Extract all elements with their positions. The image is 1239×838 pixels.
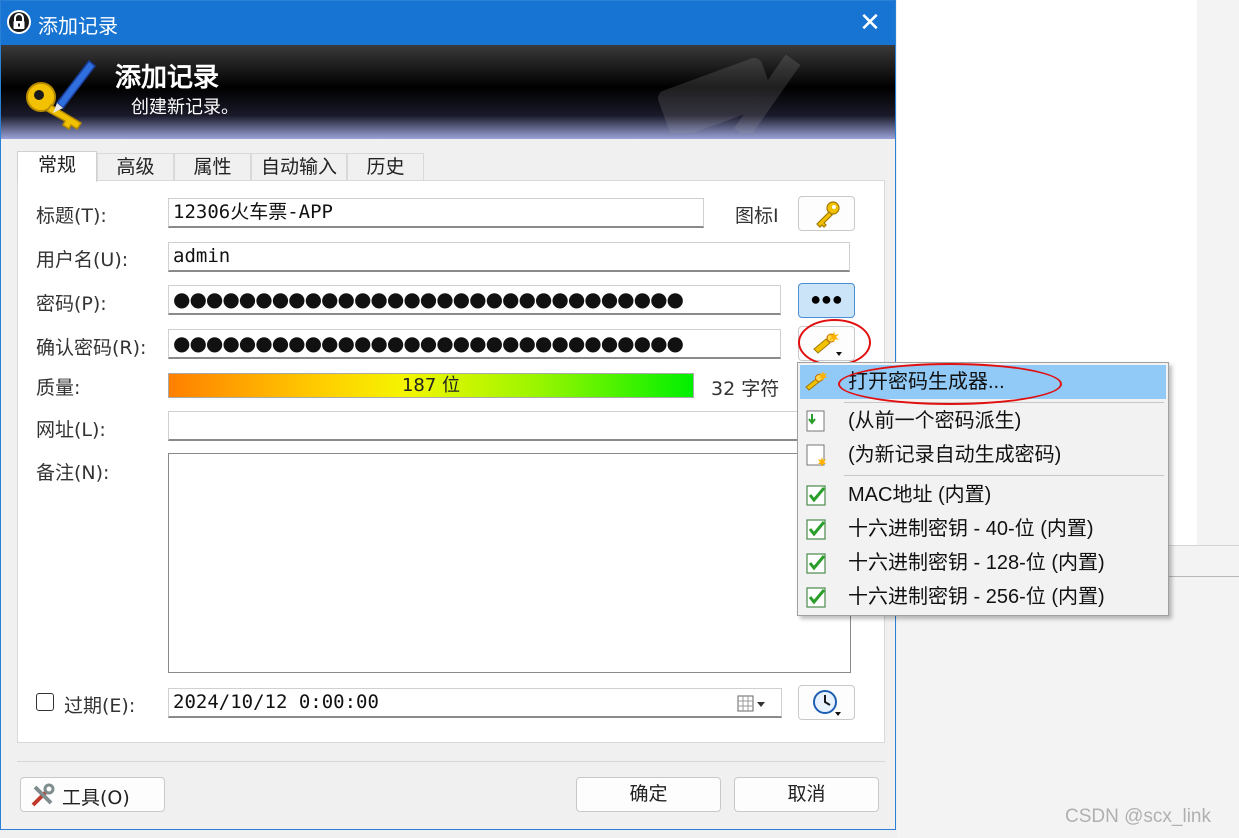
password-generator-button[interactable]	[798, 326, 855, 361]
expires-label: 过期(E):	[64, 695, 136, 717]
tools-button[interactable]: 工具(O)	[20, 777, 165, 812]
close-icon[interactable]: ✕	[853, 5, 887, 39]
banner-watermark-icon	[658, 54, 801, 133]
ok-button[interactable]: 确定	[576, 777, 721, 812]
menu-item-hex-128[interactable]: 十六进制密钥 - 128-位 (内置)	[800, 546, 1166, 580]
window-title: 添加记录	[38, 16, 118, 38]
title-input[interactable]: 12306火车票-APP	[168, 198, 704, 228]
menu-item-label: MAC地址 (内置)	[848, 484, 992, 506]
quality-label: 质量:	[36, 377, 81, 399]
footer-separator	[17, 761, 885, 762]
key-generator-icon	[812, 331, 842, 356]
key-pen-icon	[26, 59, 97, 131]
checklist-icon	[806, 485, 826, 506]
menu-item-hex-256[interactable]: 十六进制密钥 - 256-位 (内置)	[800, 580, 1166, 614]
menu-item-open-generator[interactable]: 打开密码生成器...	[800, 365, 1166, 399]
tools-icon	[31, 783, 55, 807]
derive-icon	[806, 410, 825, 432]
checklist-icon	[806, 587, 826, 608]
icon-picker-button[interactable]	[798, 196, 855, 231]
tab-advanced[interactable]: 高级	[97, 153, 174, 181]
quality-chars: 32 字符	[711, 378, 780, 400]
checklist-icon	[806, 519, 826, 540]
menu-item-label: 十六进制密钥 - 256-位 (内置)	[848, 586, 1105, 608]
checklist-icon	[806, 553, 826, 574]
key-icon	[815, 201, 840, 228]
url-label: 网址(L):	[36, 419, 106, 441]
keepass-lock-icon	[7, 10, 31, 34]
expires-date-input[interactable]: 2024/10/12 0:00:00	[168, 688, 782, 718]
expires-checkbox[interactable]	[36, 693, 54, 711]
tab-history[interactable]: 历史	[347, 153, 424, 181]
password-generator-menu: 打开密码生成器... (从前一个密码派生) (为新记录自动生成密码) MAC地址…	[797, 362, 1169, 616]
tab-auto-type[interactable]: 自动输入	[251, 153, 347, 181]
confirm-password-label: 确认密码(R):	[36, 337, 147, 359]
menu-item-mac-address[interactable]: MAC地址 (内置)	[800, 478, 1166, 512]
tab-properties[interactable]: 属性	[174, 153, 251, 181]
header-subtitle: 创建新记录。	[131, 97, 239, 117]
tab-general[interactable]: 常规	[17, 151, 97, 182]
menu-item-label: 打开密码生成器...	[848, 371, 1005, 393]
expiry-presets-button[interactable]	[798, 685, 855, 720]
menu-separator	[844, 475, 1164, 476]
username-label: 用户名(U):	[36, 249, 129, 271]
tools-button-label: 工具(O)	[62, 787, 130, 809]
menu-item-derive[interactable]: (从前一个密码派生)	[800, 404, 1166, 438]
notes-textarea[interactable]	[168, 453, 851, 673]
username-input[interactable]: admin	[168, 242, 850, 272]
header-title: 添加记录	[115, 62, 220, 92]
clock-icon	[812, 690, 841, 716]
menu-item-label: 十六进制密钥 - 128-位 (内置)	[848, 552, 1105, 574]
header-banner: 添加记录 创建新记录。	[1, 45, 895, 139]
title-label: 标题(T):	[36, 205, 107, 227]
menu-separator	[844, 402, 1164, 403]
password-input[interactable]: ●●●●●●●●●●●●●●●●●●●●●●●●●●●●●●●	[168, 285, 781, 315]
url-input[interactable]	[168, 411, 808, 441]
icon-label: 图标I	[735, 205, 779, 227]
menu-item-label: (为新记录自动生成密码)	[848, 444, 1062, 466]
notes-label: 备注(N):	[36, 462, 110, 484]
menu-item-auto-generate[interactable]: (为新记录自动生成密码)	[800, 438, 1166, 472]
menu-item-hex-40[interactable]: 十六进制密钥 - 40-位 (内置)	[800, 512, 1166, 546]
watermark: CSDN @scx_link	[1065, 806, 1211, 827]
auto-generate-icon	[806, 444, 826, 467]
calendar-dropdown-icon[interactable]	[737, 694, 767, 714]
title-bar[interactable]: 添加记录 ✕	[1, 1, 895, 45]
password-label: 密码(P):	[36, 293, 107, 315]
quality-bar: 187 位	[168, 373, 694, 398]
confirm-password-input[interactable]: ●●●●●●●●●●●●●●●●●●●●●●●●●●●●●●●	[168, 329, 781, 359]
key-generator-icon	[805, 371, 827, 391]
show-password-button[interactable]: ●●●	[798, 283, 855, 318]
add-entry-dialog: 添加记录 ✕ 添加记录 创建新记录。 常规 高级 属性 自动输入 历史 标题(T…	[0, 0, 896, 830]
menu-item-label: 十六进制密钥 - 40-位 (内置)	[848, 518, 1094, 540]
cancel-button[interactable]: 取消	[734, 777, 879, 812]
menu-item-label: (从前一个密码派生)	[848, 410, 1022, 432]
